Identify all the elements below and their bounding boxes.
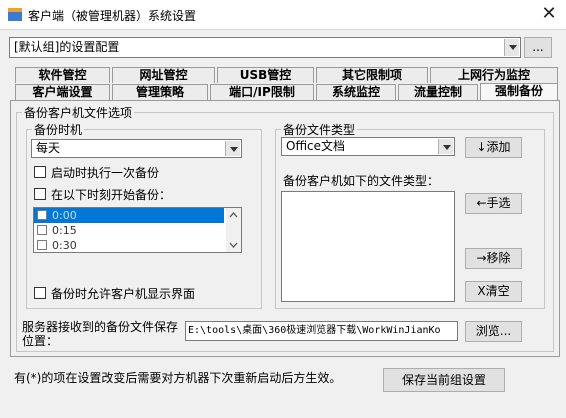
remove-file-type-button[interactable]: →移除 xyxy=(465,248,522,269)
tab-system-monitor[interactable]: 系统监控 xyxy=(316,84,396,100)
tab-label: 软件管控 xyxy=(38,68,87,82)
footer-note: 有(*)的项在设置改变后需要对方机器下次重新启动后方生效。 xyxy=(14,371,342,385)
server-path-label: 服务器接收到的备份文件保存位置： xyxy=(22,320,179,348)
clear-file-types-button[interactable]: X清空 xyxy=(465,281,522,302)
server-path-value: E:\tools\桌面\360极速浏览器下载\WorkWinJianKo xyxy=(188,325,441,336)
show-ui-checkbox[interactable] xyxy=(34,287,46,299)
startup-backup-label: 启动时执行一次备份 xyxy=(51,166,160,180)
chevron-down-icon xyxy=(225,141,240,156)
more-button-label: ... xyxy=(532,40,544,54)
manual-select-button[interactable]: ←手选 xyxy=(465,193,522,214)
window-title: 客户端（被管理机器）系统设置 xyxy=(28,9,197,23)
browse-button-label: 浏览... xyxy=(475,324,512,338)
list-item-label: 0:15 xyxy=(52,224,77,237)
add-button-label: ↓添加 xyxy=(476,140,511,154)
show-ui-label: 备份时允许客户机显示界面 xyxy=(51,287,196,301)
close-button[interactable]: ✕ xyxy=(536,2,562,26)
tab-internet-monitor[interactable]: 上网行为监控 xyxy=(430,67,558,83)
group-config-select[interactable]: [默认组]的设置配置 xyxy=(9,37,521,58)
list-item[interactable]: 0:00 xyxy=(34,208,224,223)
list-item-checkbox[interactable] xyxy=(37,225,47,235)
remove-button-label: →移除 xyxy=(476,251,511,265)
scheduled-backup-checkbox[interactable] xyxy=(34,188,46,200)
scheduled-backup-label: 在以下时刻开始备份： xyxy=(51,188,172,202)
backup-time-list[interactable]: 0:00 0:15 0:30 xyxy=(33,207,242,253)
browse-button[interactable]: 浏览... xyxy=(465,321,522,342)
backup-frequency-select[interactable]: 每天 xyxy=(31,139,242,158)
backup-options-legend: 备份客户机文件选项 xyxy=(22,104,135,121)
tab-label: 网址管控 xyxy=(139,68,188,82)
tab-url-control[interactable]: 网址管控 xyxy=(112,67,215,83)
tab-software-control[interactable]: 软件管控 xyxy=(15,67,110,83)
tab-label: 流量控制 xyxy=(413,85,462,99)
tab-label: 上网行为监控 xyxy=(457,68,530,82)
list-item-label: 0:30 xyxy=(52,239,77,252)
manual-button-label: ←手选 xyxy=(476,196,511,210)
tab-label: 端口/IP限制 xyxy=(229,85,295,99)
tab-other-limits[interactable]: 其它限制项 xyxy=(316,67,428,83)
backup-file-type-legend: 备份文件类型 xyxy=(281,121,358,138)
add-file-type-button[interactable]: ↓添加 xyxy=(465,137,522,158)
file-type-value: Office文档 xyxy=(286,139,346,153)
close-icon: ✕ xyxy=(541,3,557,24)
list-item-checkbox[interactable] xyxy=(37,240,47,250)
app-icon xyxy=(8,8,22,21)
tab-label: 管理策略 xyxy=(135,85,184,99)
backup-timing-legend: 备份时机 xyxy=(32,121,85,138)
tab-traffic-control[interactable]: 流量控制 xyxy=(398,84,478,100)
list-item-checkbox[interactable] xyxy=(37,210,47,220)
server-path-input[interactable]: E:\tools\桌面\360极速浏览器下载\WorkWinJianKo xyxy=(185,321,458,341)
tab-label: 强制备份 xyxy=(494,84,543,98)
tab-usb-control[interactable]: USB管控 xyxy=(217,67,314,83)
list-scrollbar[interactable] xyxy=(226,208,241,252)
title-bar: 客户端（被管理机器）系统设置 ✕ xyxy=(0,0,566,30)
tab-forced-backup[interactable]: 强制备份 xyxy=(480,83,558,101)
list-item[interactable]: 0:15 xyxy=(34,223,224,238)
tab-label: 客户端设置 xyxy=(32,85,93,99)
save-group-settings-button[interactable]: 保存当前组设置 xyxy=(383,368,505,392)
list-item-label: 0:00 xyxy=(52,209,77,222)
save-button-label: 保存当前组设置 xyxy=(401,373,486,387)
tab-client-settings[interactable]: 客户端设置 xyxy=(15,84,110,100)
tab-port-ip-limit[interactable]: 端口/IP限制 xyxy=(210,84,314,100)
chevron-down-icon xyxy=(504,39,519,56)
scroll-arrows-icon xyxy=(229,212,238,248)
file-type-list[interactable] xyxy=(281,191,455,302)
backup-frequency-value: 每天 xyxy=(36,141,61,155)
tab-label: 其它限制项 xyxy=(341,68,402,82)
file-type-select[interactable]: Office文档 xyxy=(281,137,455,156)
group-config-value: [默认组]的设置配置 xyxy=(14,40,120,54)
startup-backup-checkbox[interactable] xyxy=(34,166,46,178)
group-config-more-button[interactable]: ... xyxy=(524,37,552,58)
tab-management-policy[interactable]: 管理策略 xyxy=(112,84,208,100)
tab-label: USB管控 xyxy=(239,68,292,82)
clear-button-label: X清空 xyxy=(477,284,510,298)
chevron-down-icon xyxy=(438,139,453,154)
list-item[interactable]: 0:30 xyxy=(34,238,224,253)
file-type-list-label: 备份客户机如下的文件类型： xyxy=(283,174,440,188)
tab-label: 系统监控 xyxy=(331,85,380,99)
